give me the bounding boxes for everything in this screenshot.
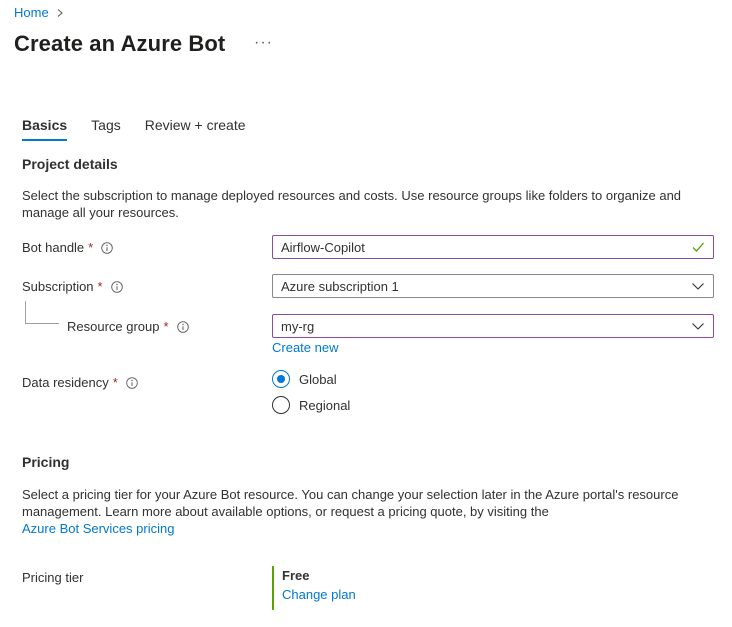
chevron-down-icon [692, 283, 704, 290]
page-title: Create an Azure Bot [14, 31, 226, 56]
pricing-description-line: Select a pricing tier for your Azure Bot… [22, 487, 679, 502]
radio-label-global: Global [299, 371, 337, 387]
radio-option-global[interactable]: Global [272, 370, 337, 388]
pricing-description: Select a pricing tier for your Azure Bot… [22, 486, 678, 537]
tree-connector-horizontal [25, 323, 59, 324]
subscription-dropdown[interactable]: Azure subscription 1 [272, 274, 714, 298]
tab-tags[interactable]: Tags [91, 117, 121, 141]
radio-button-selected[interactable] [272, 370, 290, 388]
pricing-tier-name: Free [282, 568, 310, 583]
more-options-icon[interactable]: ··· [254, 34, 273, 52]
required-marker: * [112, 375, 118, 390]
required-marker: * [97, 279, 103, 294]
bot-handle-label: Bot handle * [22, 240, 113, 255]
chevron-down-icon [692, 323, 704, 330]
data-residency-label-text: Data residency [22, 375, 109, 390]
pricing-tier-card: Free Change plan [272, 566, 356, 610]
radio-button[interactable] [272, 396, 290, 414]
checkmark-icon [692, 242, 704, 252]
tree-connector-vertical [25, 301, 26, 323]
resource-group-dropdown[interactable]: my-rg [272, 314, 714, 338]
bot-handle-label-text: Bot handle [22, 240, 85, 255]
project-details-description: Select the subscription to manage deploy… [22, 187, 681, 221]
radio-option-regional[interactable]: Regional [272, 396, 350, 414]
tab-review-create[interactable]: Review + create [145, 117, 246, 141]
project-description-line: manage all your resources. [22, 205, 179, 220]
bot-handle-input[interactable]: Airflow-Copilot [272, 235, 714, 259]
tab-list: Basics Tags Review + create [22, 117, 270, 141]
project-details-heading: Project details [22, 156, 118, 172]
info-icon[interactable] [110, 280, 123, 293]
change-plan-link[interactable]: Change plan [282, 587, 356, 602]
subscription-label: Subscription * [22, 279, 123, 294]
radio-label-regional: Regional [299, 397, 351, 413]
azure-bot-services-pricing-link[interactable]: Azure Bot Services pricing [22, 521, 174, 536]
required-marker: * [88, 240, 94, 255]
tab-basics[interactable]: Basics [22, 117, 68, 141]
breadcrumb-home-link[interactable]: Home [14, 5, 49, 20]
resource-group-label-text: Resource group [67, 319, 160, 334]
pricing-heading: Pricing [22, 454, 70, 470]
data-residency-label: Data residency * [22, 375, 138, 390]
breadcrumb: Home [14, 5, 65, 20]
chevron-right-icon [57, 8, 63, 17]
subscription-label-text: Subscription [22, 279, 94, 294]
resource-group-label: Resource group * [67, 319, 189, 334]
project-description-line: Select the subscription to manage deploy… [22, 188, 682, 203]
info-icon[interactable] [101, 241, 113, 254]
info-icon[interactable] [126, 376, 138, 389]
pricing-description-line: management. Learn more about available o… [22, 504, 549, 519]
resource-group-value: my-rg [281, 318, 315, 334]
create-new-resource-group-link[interactable]: Create new [272, 340, 338, 355]
bot-handle-value: Airflow-Copilot [281, 239, 365, 255]
subscription-value: Azure subscription 1 [281, 278, 399, 294]
pricing-tier-label: Pricing tier [22, 570, 84, 585]
required-marker: * [163, 319, 169, 334]
info-icon[interactable] [176, 320, 189, 333]
